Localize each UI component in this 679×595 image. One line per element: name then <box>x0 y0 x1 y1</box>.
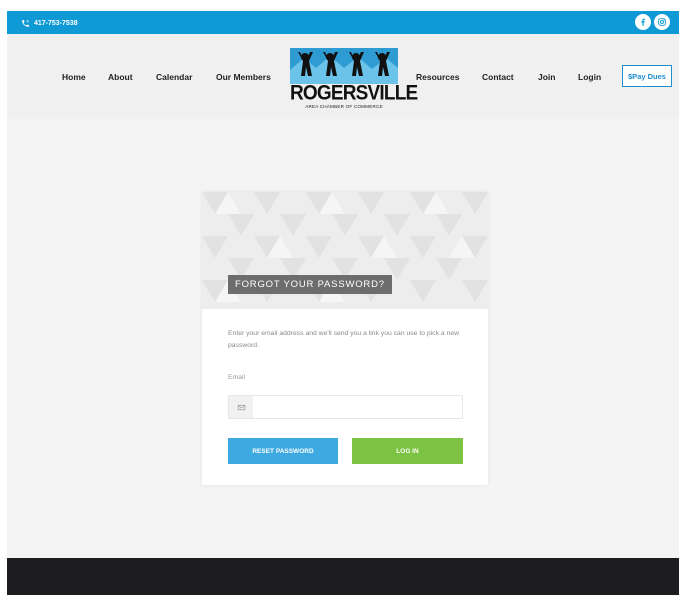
forgot-password-card: FORGOT YOUR PASSWORD? Enter your email a… <box>202 192 488 485</box>
phone-link[interactable]: 417-753-7538 <box>21 16 78 30</box>
phone-icon <box>22 19 29 27</box>
nav-contact[interactable]: Contact <box>482 72 514 82</box>
facebook-button[interactable] <box>635 14 651 30</box>
card-hero-pattern: FORGOT YOUR PASSWORD? <box>202 192 488 309</box>
site-header: Home About Calendar Our Members ROGERSVI… <box>7 34 679 119</box>
email-input[interactable] <box>253 396 462 418</box>
nav-calendar[interactable]: Calendar <box>156 72 192 82</box>
pay-dues-button[interactable]: $Pay Dues <box>622 65 672 87</box>
facebook-icon <box>641 18 645 26</box>
envelope-icon <box>237 404 245 410</box>
nav-our-members[interactable]: Our Members <box>216 72 271 82</box>
instagram-icon <box>658 18 666 26</box>
nav-resources[interactable]: Resources <box>416 72 459 82</box>
email-label: Email <box>228 374 245 381</box>
social-links <box>635 14 670 30</box>
site-logo[interactable]: ROGERSVILLE AREA CHAMBER OF COMMERCE <box>290 48 418 110</box>
nav-login[interactable]: Login <box>578 72 601 82</box>
page: 417-753-7538 Home About Calendar Our Mem… <box>7 11 679 595</box>
phone-number: 417-753-7538 <box>34 19 78 27</box>
logo-title: ROGERSVILLE <box>290 81 418 105</box>
form-title: FORGOT YOUR PASSWORD? <box>228 275 392 294</box>
nav-about[interactable]: About <box>108 72 133 82</box>
site-footer <box>7 558 679 595</box>
instagram-button[interactable] <box>654 14 670 30</box>
top-bar: 417-753-7538 <box>7 11 679 34</box>
nav-home[interactable]: Home <box>62 72 86 82</box>
logo-figures <box>290 48 398 84</box>
nav-join[interactable]: Join <box>538 72 555 82</box>
email-icon-box <box>229 396 253 418</box>
form-description: Enter your email address and we'll send … <box>228 330 460 349</box>
log-in-button[interactable]: LOG IN <box>352 438 463 464</box>
logo-subtitle: AREA CHAMBER OF COMMERCE <box>305 104 383 109</box>
email-field <box>228 395 463 419</box>
reset-password-button[interactable]: RESET PASSWORD <box>228 438 338 464</box>
